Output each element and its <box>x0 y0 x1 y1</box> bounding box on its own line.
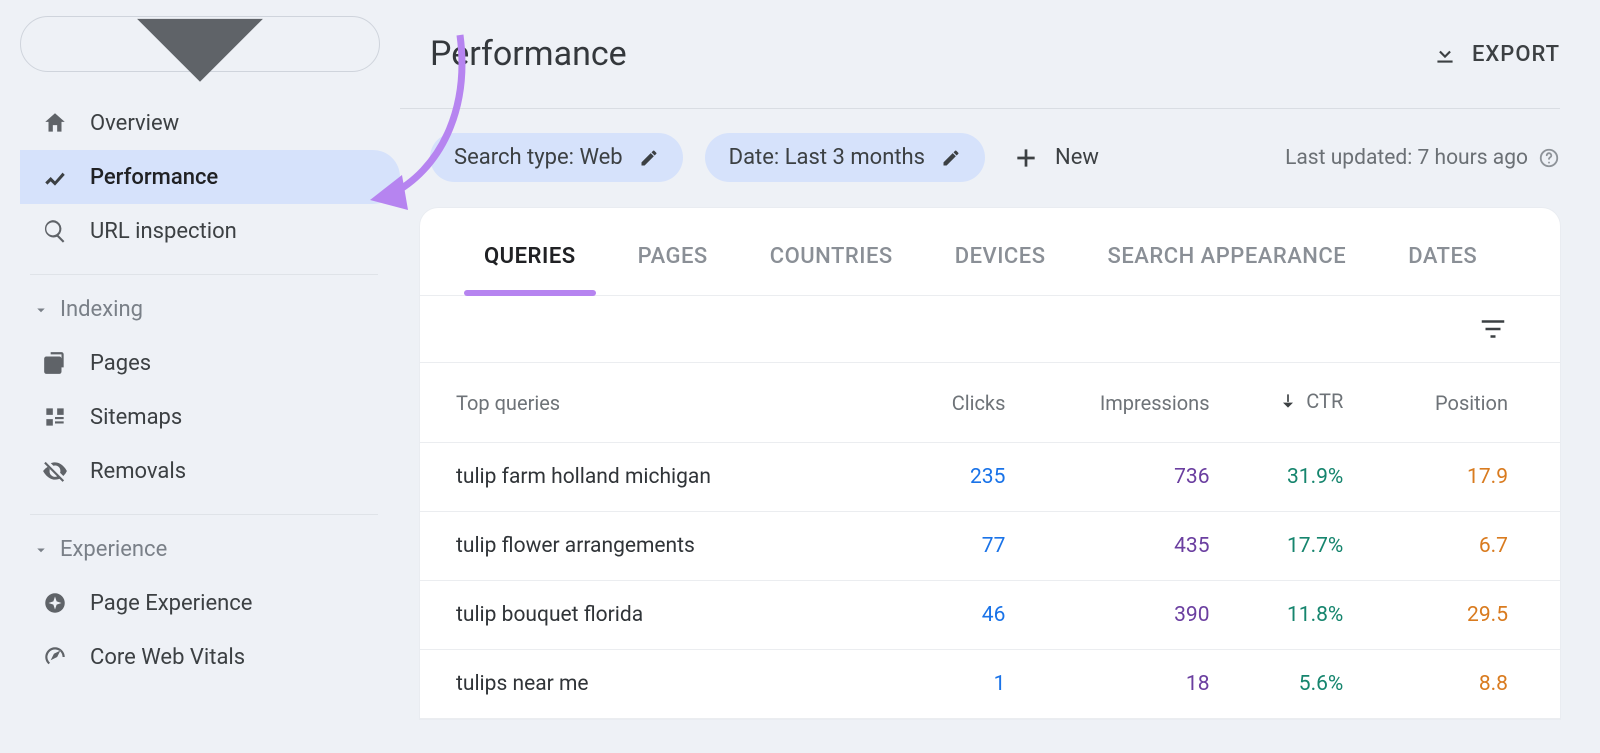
pencil-icon <box>941 148 961 168</box>
cell-impressions: 736 <box>1025 443 1229 512</box>
col-header-ctr[interactable]: CTR <box>1230 363 1364 443</box>
cell-query: tulip flower arrangements <box>420 512 909 581</box>
sidebar-item-label: Removals <box>90 459 186 484</box>
tab-underline <box>464 290 596 296</box>
cell-clicks: 77 <box>909 512 1025 581</box>
sidebar-item-label: Core Web Vitals <box>90 645 245 670</box>
cell-position: 8.8 <box>1363 650 1560 719</box>
sidebar-item-pages[interactable]: Pages <box>20 336 388 390</box>
cell-query: tulip farm holland michigan <box>420 443 909 512</box>
tab-queries[interactable]: QUERIES <box>480 238 580 295</box>
table-filter-icon[interactable] <box>1478 314 1508 344</box>
chevron-down-icon <box>32 541 50 559</box>
export-button[interactable]: EXPORT <box>1432 41 1560 67</box>
cell-impressions: 18 <box>1025 650 1229 719</box>
last-updated: Last updated: 7 hours ago <box>1285 146 1560 170</box>
col-header-impressions[interactable]: Impressions <box>1025 363 1229 443</box>
sort-desc-icon <box>1278 391 1298 411</box>
tab-bar: QUERIES PAGES COUNTRIES DEVICES SEARCH A… <box>420 208 1560 296</box>
cell-clicks: 46 <box>909 581 1025 650</box>
cell-ctr: 5.6% <box>1230 650 1364 719</box>
filter-chip-date[interactable]: Date: Last 3 months <box>705 133 985 182</box>
pencil-icon <box>639 148 659 168</box>
divider <box>30 274 378 275</box>
tab-label: COUNTRIES <box>770 244 893 269</box>
cell-query: tulips near me <box>420 650 909 719</box>
tab-label: QUERIES <box>484 244 576 269</box>
tab-label: DATES <box>1408 244 1477 269</box>
pages-icon <box>42 350 68 376</box>
cell-position: 17.9 <box>1363 443 1560 512</box>
table-row[interactable]: tulips near me1185.6%8.8 <box>420 650 1560 719</box>
sidebar-section-label: Indexing <box>60 297 143 322</box>
sidebar-item-url-inspection[interactable]: URL inspection <box>20 204 388 258</box>
sidebar-item-label: Performance <box>90 165 218 190</box>
sidebar-item-page-experience[interactable]: Page Experience <box>20 576 388 630</box>
last-updated-text: Last updated: 7 hours ago <box>1285 146 1528 170</box>
tab-label: PAGES <box>638 244 708 269</box>
tab-countries[interactable]: COUNTRIES <box>766 238 897 295</box>
sidebar-item-label: Sitemaps <box>90 405 182 430</box>
cell-ctr: 17.7% <box>1230 512 1364 581</box>
sidebar-item-label: URL inspection <box>90 219 237 244</box>
tab-dates[interactable]: DATES <box>1404 238 1481 295</box>
col-header-position[interactable]: Position <box>1363 363 1560 443</box>
sidebar-item-label: Pages <box>90 351 151 376</box>
tab-devices[interactable]: DEVICES <box>951 238 1050 295</box>
tab-label: SEARCH APPEARANCE <box>1108 244 1347 269</box>
col-header-query[interactable]: Top queries <box>420 363 909 443</box>
cell-ctr: 11.8% <box>1230 581 1364 650</box>
cell-ctr: 31.9% <box>1230 443 1364 512</box>
cell-position: 29.5 <box>1363 581 1560 650</box>
chip-label: Search type: Web <box>454 145 623 170</box>
sidebar-section-label: Experience <box>60 537 167 562</box>
cell-query: tulip bouquet florida <box>420 581 909 650</box>
trend-icon <box>42 164 68 190</box>
table-row[interactable]: tulip bouquet florida4639011.8%29.5 <box>420 581 1560 650</box>
tab-pages[interactable]: PAGES <box>634 238 712 295</box>
search-icon <box>42 218 68 244</box>
sitemap-icon <box>42 404 68 430</box>
tab-search-appearance[interactable]: SEARCH APPEARANCE <box>1104 238 1351 295</box>
cell-clicks: 1 <box>909 650 1025 719</box>
chip-label: Date: Last 3 months <box>729 145 925 170</box>
download-icon <box>1432 41 1458 67</box>
main-content: Performance EXPORT Search type: Web Date… <box>400 0 1600 753</box>
sidebar-section-experience[interactable]: Experience <box>20 529 388 576</box>
sidebar-item-label: Overview <box>90 111 179 136</box>
page-title: Performance <box>430 34 627 74</box>
col-header-clicks[interactable]: Clicks <box>909 363 1025 443</box>
sparkle-icon <box>42 590 68 616</box>
gauge-icon <box>42 644 68 670</box>
plus-icon <box>1013 145 1039 171</box>
cell-impressions: 390 <box>1025 581 1229 650</box>
sidebar-section-indexing[interactable]: Indexing <box>20 289 388 336</box>
export-label: EXPORT <box>1472 42 1560 67</box>
cell-impressions: 435 <box>1025 512 1229 581</box>
results-card: QUERIES PAGES COUNTRIES DEVICES SEARCH A… <box>420 208 1560 719</box>
property-selector[interactable] <box>20 16 380 72</box>
add-filter-button[interactable]: New <box>1007 137 1105 179</box>
sidebar-item-sitemaps[interactable]: Sitemaps <box>20 390 388 444</box>
add-filter-label: New <box>1055 145 1099 170</box>
sidebar-item-label: Page Experience <box>90 591 252 616</box>
home-icon <box>42 110 68 136</box>
table-row[interactable]: tulip farm holland michigan23573631.9%17… <box>420 443 1560 512</box>
queries-table: Top queries Clicks Impressions CTR Posit… <box>420 363 1560 719</box>
eye-off-icon <box>42 458 68 484</box>
page-header: Performance EXPORT <box>400 0 1560 109</box>
filter-chip-search-type[interactable]: Search type: Web <box>430 133 683 182</box>
divider <box>30 514 378 515</box>
cell-position: 6.7 <box>1363 512 1560 581</box>
sidebar-item-core-web-vitals[interactable]: Core Web Vitals <box>20 630 388 684</box>
tab-label: DEVICES <box>955 244 1046 269</box>
sidebar: Overview Performance URL inspection Inde… <box>0 0 400 753</box>
filter-bar: Search type: Web Date: Last 3 months New… <box>400 109 1560 208</box>
sidebar-item-removals[interactable]: Removals <box>20 444 388 498</box>
help-icon[interactable] <box>1538 147 1560 169</box>
chevron-down-icon <box>32 301 50 319</box>
table-row[interactable]: tulip flower arrangements7743517.7%6.7 <box>420 512 1560 581</box>
cell-clicks: 235 <box>909 443 1025 512</box>
